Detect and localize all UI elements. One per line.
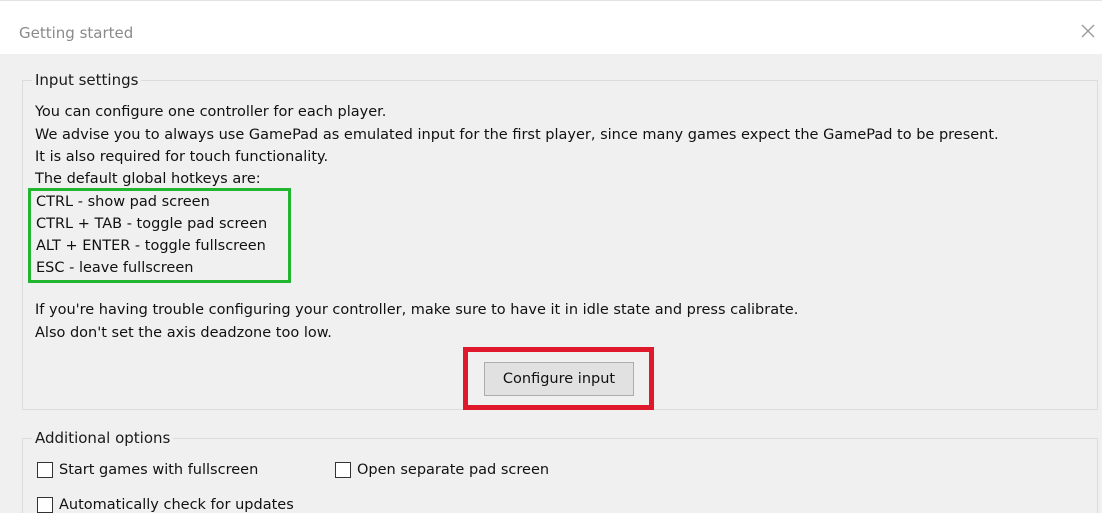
fullscreen-checkbox[interactable]: Start games with fullscreen xyxy=(37,459,258,481)
separate-pad-screen-checkbox[interactable]: Open separate pad screen xyxy=(335,459,549,481)
check-updates-checkbox-label: Automatically check for updates xyxy=(59,497,294,513)
separate-pad-screen-checkbox-box[interactable] xyxy=(335,462,351,478)
window-title: Getting started xyxy=(19,24,134,42)
hotkeys-highlight-box: CTRL - show pad screen CTRL + TAB - togg… xyxy=(28,188,291,283)
additional-options-legend: Additional options xyxy=(32,428,174,448)
fullscreen-checkbox-label: Start games with fullscreen xyxy=(59,462,259,478)
separate-pad-screen-checkbox-label: Open separate pad screen xyxy=(357,462,550,478)
intro-line-3: It is also required for touch functional… xyxy=(35,149,329,165)
trouble-line-1: If you're having trouble configuring you… xyxy=(35,302,799,318)
hotkey-line-2: CTRL + TAB - toggle pad screen xyxy=(36,216,268,232)
configure-input-button[interactable]: Configure input xyxy=(484,362,634,396)
fullscreen-checkbox-box[interactable] xyxy=(37,462,53,478)
intro-line-4: The default global hotkeys are: xyxy=(35,171,261,187)
trouble-line-2: Also don't set the axis deadzone too low… xyxy=(35,325,332,341)
intro-line-2: We advise you to always use GamePad as e… xyxy=(35,127,999,143)
input-settings-legend: Input settings xyxy=(32,70,142,90)
check-updates-checkbox-box[interactable] xyxy=(37,497,53,513)
hotkey-line-1: CTRL - show pad screen xyxy=(36,194,210,210)
hotkey-line-4: ESC - leave fullscreen xyxy=(36,260,194,276)
intro-line-1: You can configure one controller for eac… xyxy=(35,104,387,120)
getting-started-dialog: Getting started Input settings You can c… xyxy=(0,0,1102,513)
hotkey-line-3: ALT + ENTER - toggle fullscreen xyxy=(36,238,266,254)
close-icon xyxy=(1081,24,1095,38)
close-button[interactable] xyxy=(1074,17,1102,45)
check-updates-checkbox[interactable]: Automatically check for updates xyxy=(37,494,294,513)
title-bar: Getting started xyxy=(0,0,1102,54)
